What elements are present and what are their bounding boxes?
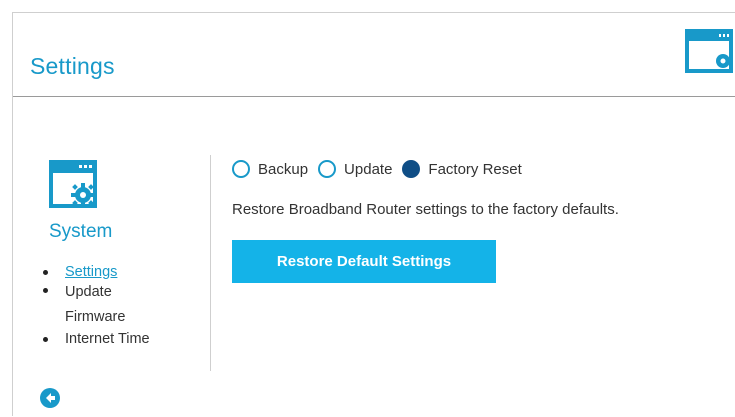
bullet — [43, 270, 48, 275]
radio-button[interactable] — [232, 160, 250, 178]
sidebar-item-label[interactable]: Update Firmware — [65, 280, 145, 330]
radio-label: Update — [344, 160, 393, 178]
main-content: Backup Update Factory Reset Restore Broa… — [232, 157, 732, 283]
sidebar-item-internet-time[interactable]: Internet Time — [39, 329, 150, 349]
back-arrow-icon[interactable] — [39, 387, 61, 409]
page-frame: Settings System Settings Update Firmware… — [12, 12, 735, 416]
sidebar-nav: Settings Update Firmware Internet Time — [39, 262, 150, 349]
bullet — [43, 288, 48, 293]
bullet — [43, 337, 48, 342]
settings-window-icon — [685, 29, 733, 73]
radio-factory-reset[interactable]: Factory Reset — [402, 160, 522, 178]
radio-button[interactable] — [318, 160, 337, 178]
reset-description: Restore Broadband Router settings to the… — [232, 201, 619, 218]
sidebar-divider — [210, 155, 211, 371]
restore-default-settings-button[interactable]: Restore Default Settings — [232, 240, 496, 283]
radio-update[interactable]: Update — [318, 160, 392, 178]
radio-label: Factory Reset — [428, 160, 522, 178]
page-header: Settings — [13, 13, 735, 97]
system-settings-icon — [49, 160, 97, 208]
page-title: Settings — [30, 53, 115, 79]
radio-button-checked[interactable] — [402, 160, 421, 178]
sidebar-item-label[interactable]: Settings — [65, 264, 117, 280]
sidebar: System Settings Update Firmware Internet… — [13, 97, 211, 417]
sidebar-item-settings[interactable]: Settings — [39, 262, 150, 282]
section-title: System — [49, 221, 113, 242]
mode-radio-group: Backup Update Factory Reset — [232, 157, 732, 181]
sidebar-item-update-firmware[interactable]: Update Firmware — [39, 280, 150, 330]
radio-label: Backup — [258, 160, 309, 178]
sidebar-item-label[interactable]: Internet Time — [65, 331, 150, 347]
radio-backup[interactable]: Backup — [232, 160, 308, 178]
